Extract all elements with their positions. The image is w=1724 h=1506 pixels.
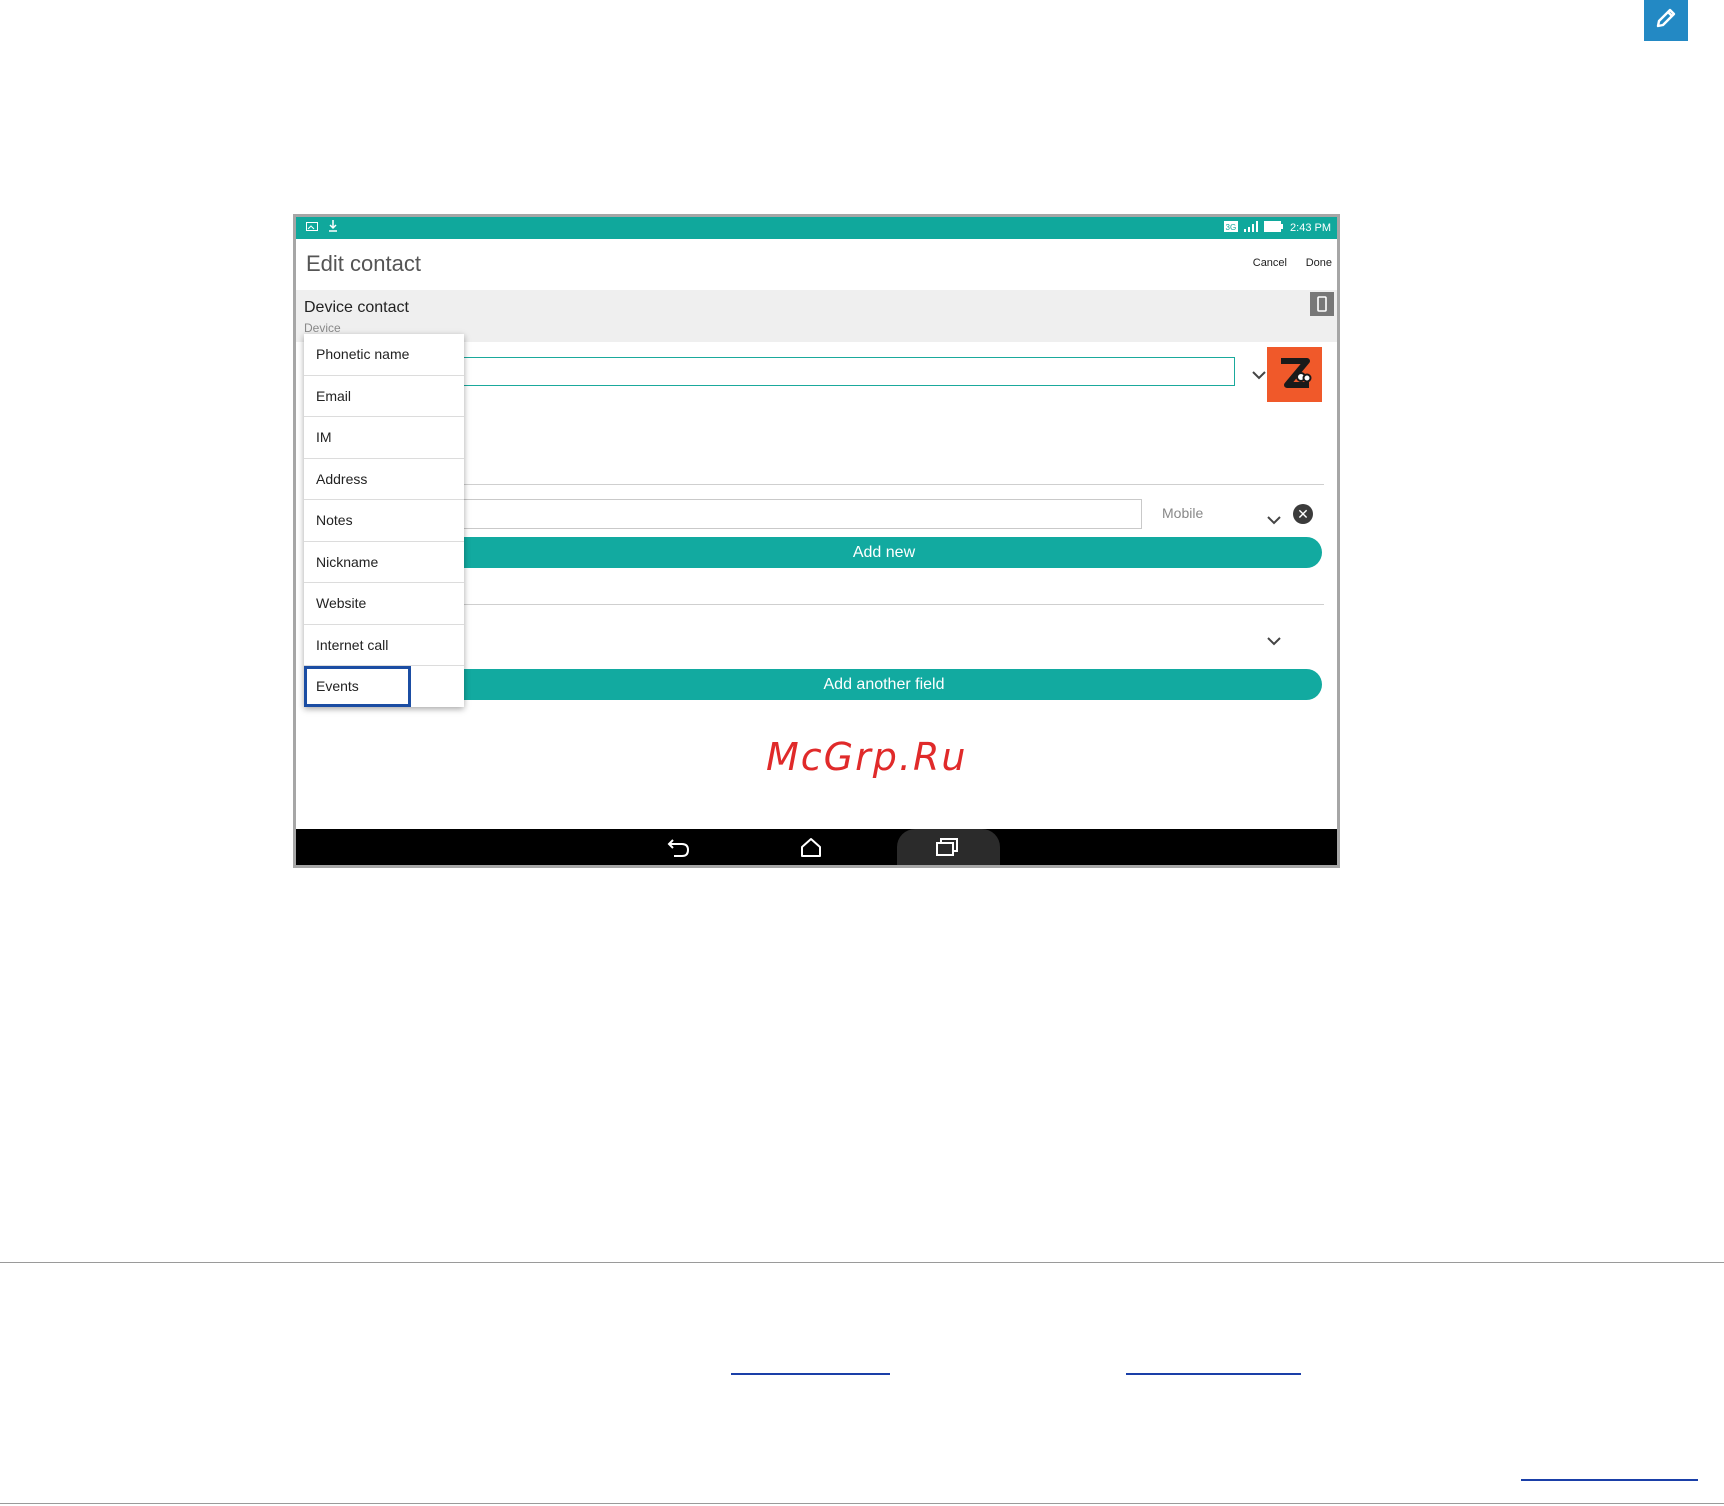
section-divider: [446, 604, 1324, 605]
edit-badge: [1644, 0, 1688, 41]
menu-item-address[interactable]: Address: [304, 459, 464, 500]
account-name: Device contact: [304, 299, 409, 316]
events-highlight-box: [304, 666, 411, 707]
done-button[interactable]: Done: [1306, 257, 1332, 269]
field-type-popup-menu: Phonetic name Email IM Address Notes Nic…: [304, 334, 464, 707]
menu-item-internet-call[interactable]: Internet call: [304, 625, 464, 666]
phone-field[interactable]: [446, 499, 1142, 529]
menu-item-phonetic-name[interactable]: Phonetic name: [304, 334, 464, 376]
page-title: Edit contact: [306, 251, 421, 276]
chevron-down-icon[interactable]: [1266, 633, 1282, 646]
menu-item-website[interactable]: Website: [304, 583, 464, 625]
back-icon[interactable]: [664, 833, 694, 861]
download-icon: [328, 220, 338, 235]
menu-item-email[interactable]: Email: [304, 376, 464, 417]
menu-item-notes[interactable]: Notes: [304, 500, 464, 542]
recents-icon[interactable]: [932, 833, 962, 861]
watermark: McGrp.Ru: [766, 735, 968, 779]
svg-text:3G: 3G: [1226, 223, 1237, 232]
menu-item-im[interactable]: IM: [304, 417, 464, 459]
signal-icon: [1244, 221, 1259, 235]
chevron-down-icon[interactable]: [1266, 512, 1282, 525]
app-bar: Edit contact Cancel Done: [296, 239, 1337, 290]
link-underline[interactable]: [731, 1373, 890, 1375]
pencil-icon: [1652, 4, 1680, 37]
avatar[interactable]: [1267, 347, 1322, 402]
add-another-field-button[interactable]: Add another field: [446, 669, 1322, 700]
3g-icon: 3G: [1224, 221, 1239, 235]
menu-item-nickname[interactable]: Nickname: [304, 542, 464, 583]
add-new-button[interactable]: Add new: [446, 537, 1322, 568]
name-field[interactable]: [446, 357, 1235, 386]
cancel-button[interactable]: Cancel: [1253, 257, 1287, 269]
status-time: 2:43 PM: [1290, 222, 1331, 234]
link-underline[interactable]: [1126, 1373, 1301, 1375]
battery-icon: [1264, 221, 1284, 235]
chevron-down-icon[interactable]: [1251, 367, 1267, 380]
page-divider: [0, 1503, 1724, 1504]
status-bar: 3G 2:43 PM: [296, 217, 1337, 239]
account-type: Device: [304, 321, 341, 335]
link-underline[interactable]: [1521, 1479, 1698, 1481]
phone-type-select[interactable]: Mobile: [1162, 505, 1203, 521]
home-icon[interactable]: [796, 833, 826, 861]
section-divider: [446, 484, 1324, 485]
nav-bar: [296, 829, 1337, 865]
device-icon: [1310, 292, 1334, 316]
device-screenshot: 3G 2:43 PM Edit contact Cancel Done Devi…: [293, 214, 1340, 868]
clear-icon[interactable]: ✕: [1293, 504, 1313, 524]
image-notification-icon: [306, 221, 318, 234]
page-divider: [0, 1262, 1724, 1263]
